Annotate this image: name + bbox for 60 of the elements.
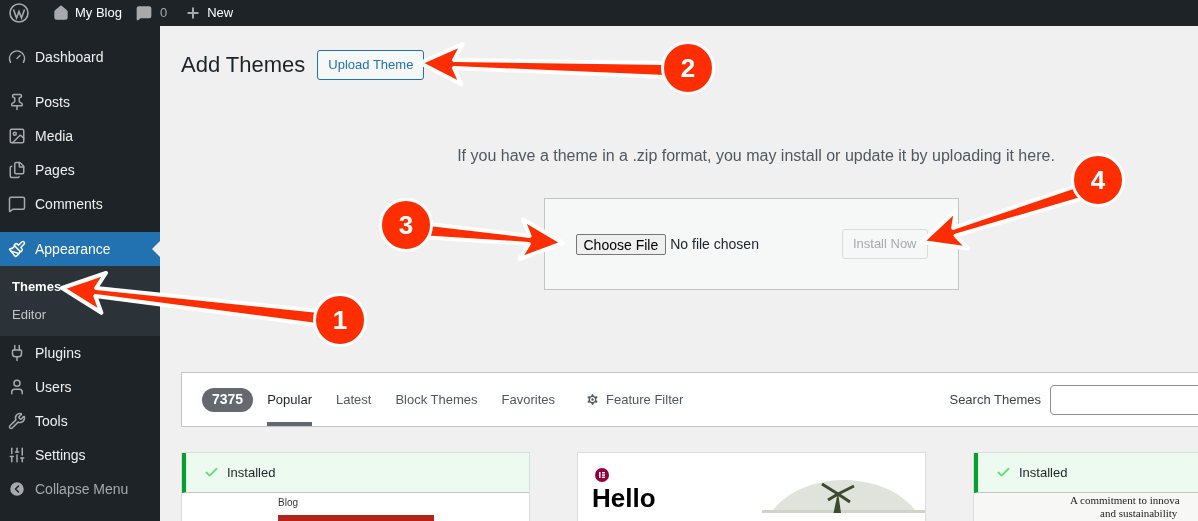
filter-tab[interactable]: Block Themes [395, 373, 478, 426]
menu-item[interactable]: Posts [0, 85, 160, 119]
submenu-item[interactable]: Editor [0, 301, 160, 329]
choose-file-button[interactable]: Choose File [575, 233, 667, 255]
preview-text: Blog [278, 496, 298, 510]
filter-tab[interactable]: Favorites [501, 373, 555, 426]
menu-item[interactable]: Pages [0, 153, 160, 187]
filter-tab[interactable]: Latest [335, 373, 372, 426]
comments-link[interactable]: 0 [135, 3, 168, 23]
check-icon [996, 465, 1011, 480]
upload-hint: If you have a theme in a .zip format, you may install or update it by uploading it here. [457, 146, 1055, 166]
preview-text: and sustainability [1100, 507, 1178, 520]
theme-card[interactable]: Installed A commitment to innova and sustainability [973, 452, 1198, 521]
menu-icon [8, 446, 26, 464]
step-badge: 4 [1071, 153, 1125, 207]
menu-item[interactable]: Comments [0, 187, 160, 221]
menu-item[interactable]: Settings [0, 438, 160, 472]
logo-icon[interactable] [9, 3, 29, 23]
theme-count: 7375 [202, 387, 254, 412]
installed-label: Installed [1019, 463, 1068, 482]
menu-icon [8, 240, 26, 258]
menu-icon [8, 127, 26, 145]
menu-item[interactable]: Plugins [0, 336, 160, 370]
menu-icon [8, 195, 26, 213]
upload-theme-button[interactable]: Upload Theme [317, 49, 425, 80]
theme-card[interactable]: Installed Blog [181, 452, 530, 521]
menu-icon [8, 378, 26, 396]
menu-item[interactable]: Tools [0, 404, 160, 438]
collapse-menu[interactable]: Collapse Menu [0, 472, 160, 506]
menu-icon [8, 48, 26, 66]
check-icon [204, 465, 219, 480]
comment-icon [135, 5, 152, 21]
step-badge: 1 [313, 293, 367, 347]
submenu-item[interactable]: Themes [0, 273, 160, 301]
logo-icon [595, 468, 609, 482]
file-status: No file chosen [670, 234, 759, 254]
search-field[interactable] [1050, 384, 1198, 415]
collapse-icon [8, 480, 26, 498]
menu-item[interactable]: Users [0, 370, 160, 404]
new-link[interactable]: New [185, 3, 234, 23]
menu-icon [8, 412, 26, 430]
step-badge: 3 [379, 198, 433, 252]
menu-item[interactable]: Appearance [0, 232, 160, 266]
search-label: Search Themes [949, 390, 1041, 409]
menu-icon [8, 161, 26, 179]
preview-heading: Hello [592, 485, 656, 511]
installed-label: Installed [227, 463, 276, 482]
menu-icon [8, 93, 26, 111]
current-pointer [152, 241, 160, 257]
feature-filter-button[interactable]: Feature Filter [585, 373, 684, 426]
page-title: Add Themes [181, 51, 306, 79]
gear-icon [585, 392, 600, 407]
theme-card[interactable]: Hello [577, 452, 926, 521]
menu-item[interactable]: Dashboard [0, 40, 160, 74]
site-link[interactable]: My Blog [53, 3, 122, 23]
home-icon [53, 5, 69, 21]
step-badge: 2 [661, 41, 715, 95]
menu-item[interactable]: Media [0, 119, 160, 153]
filter-tab[interactable]: Popular [267, 373, 312, 426]
preview-text: A commitment to innova [1070, 494, 1180, 507]
